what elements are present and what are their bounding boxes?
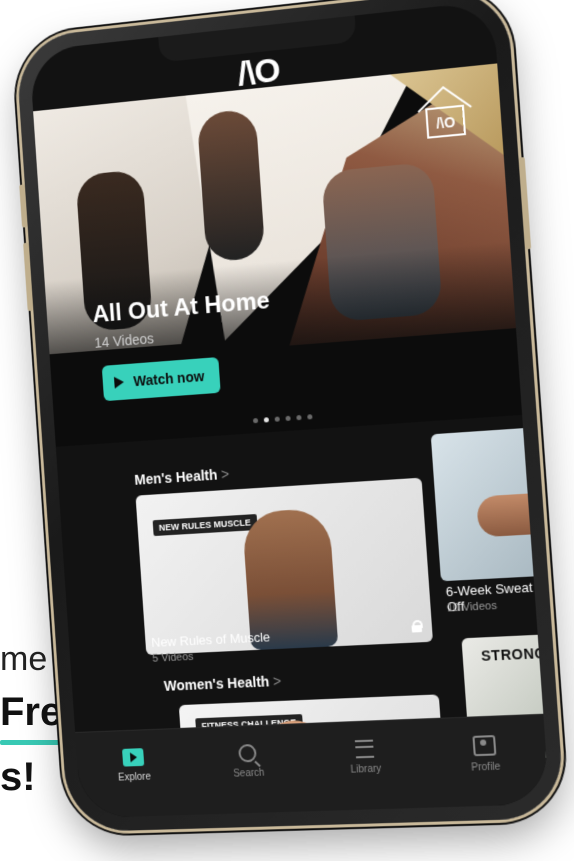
chevron-right-icon: > — [272, 672, 282, 690]
tab-label: Profile — [470, 761, 501, 774]
bottom-tab-bar: Explore Search Library Profile — [75, 713, 550, 819]
explore-icon — [122, 748, 145, 767]
app-screen: /\O /\O All Out At Home 14 Videos Watch … — [29, 0, 550, 819]
app-logo: /\O — [236, 50, 281, 93]
svg-text:/\O: /\O — [436, 114, 456, 131]
program-video-count: 10 Videos — [446, 599, 498, 615]
section-title-womens-health[interactable]: Women's Health > — [163, 673, 281, 694]
tab-explore[interactable]: Explore — [94, 747, 173, 784]
phone-mockup: /\O /\O All Out At Home 14 Videos Watch … — [0, 0, 574, 833]
tab-search[interactable]: Search — [208, 743, 289, 781]
promo-line-3: s! — [0, 755, 36, 799]
pager-dot[interactable] — [252, 417, 259, 424]
tab-label: Explore — [117, 771, 152, 784]
chevron-right-icon: > — [220, 465, 230, 483]
tab-library[interactable]: Library — [324, 738, 407, 776]
profile-icon — [472, 735, 497, 757]
trainer-figure — [196, 108, 266, 263]
lock-icon — [411, 620, 422, 633]
tab-label: Search — [232, 767, 265, 780]
home-logo-icon: /\O — [410, 76, 480, 147]
watch-now-label: Watch now — [132, 368, 205, 390]
trainer-photo — [241, 507, 339, 651]
play-icon — [113, 376, 125, 389]
search-icon — [238, 743, 257, 763]
tab-label: Library — [350, 763, 382, 776]
library-icon — [354, 739, 375, 759]
section-title-label: Women's Health — [163, 673, 270, 694]
pager-dot[interactable] — [285, 415, 291, 422]
pager-dot[interactable] — [307, 414, 313, 420]
tab-profile[interactable]: Profile — [443, 734, 528, 775]
section-title-label: Men's Health — [133, 466, 218, 488]
program-badge: NEW RULES MUSCLE — [152, 514, 258, 537]
program-video-count: 5 Videos — [151, 650, 194, 665]
pager-dot[interactable] — [274, 416, 280, 422]
section-title-mens-health[interactable]: Men's Health > — [134, 466, 230, 488]
program-sign: STRONG — [480, 644, 547, 664]
program-card[interactable]: NEW RULES MUSCLE — [135, 477, 433, 656]
pager-dot[interactable] — [296, 414, 302, 421]
pager-dot[interactable] — [263, 417, 270, 423]
